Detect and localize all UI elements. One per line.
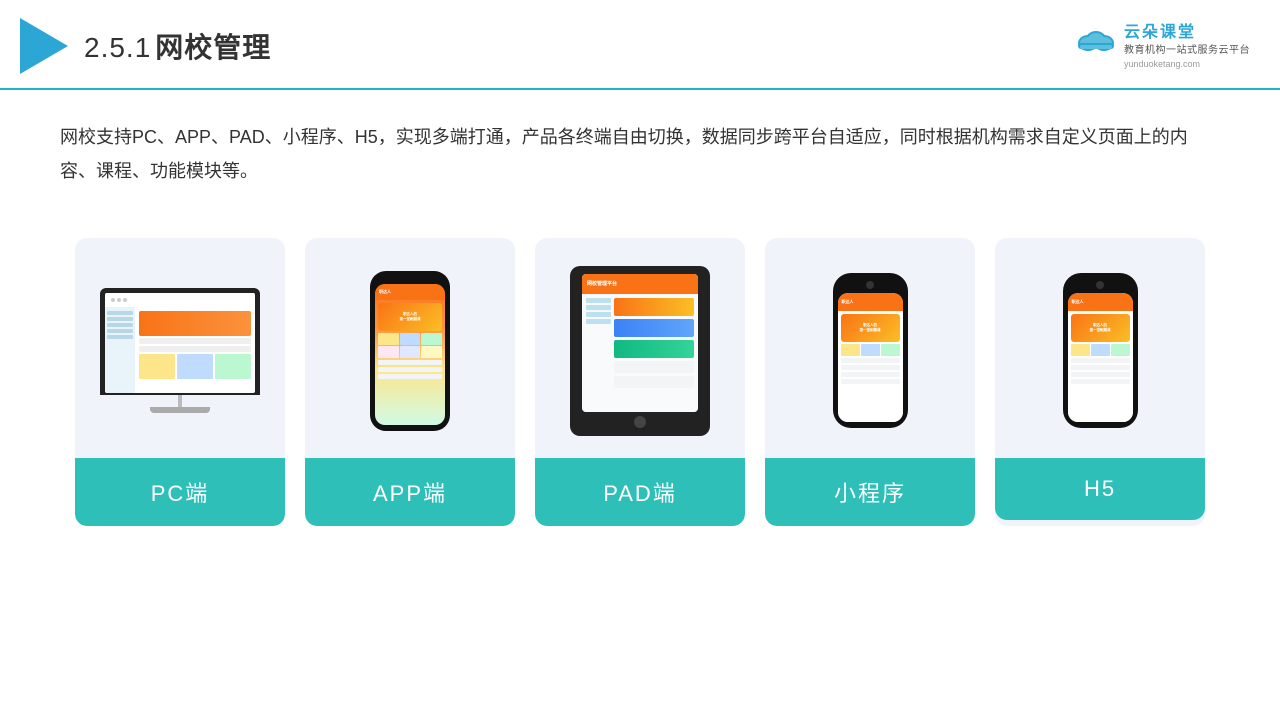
phone-screen-inner: 职达人 职达人的第一堂刷题课 (375, 284, 445, 425)
card-pc-image (75, 238, 285, 458)
monitor-sidebar (105, 307, 135, 393)
logo-slogan: 教育机构一站式服务云平台 (1124, 44, 1250, 57)
phone-notch (400, 277, 420, 281)
card-miniprogram-label: 小程序 (765, 458, 975, 526)
logo-url: yunduoketang.com (1124, 59, 1200, 69)
card-pc: PC端 (75, 238, 285, 526)
monitor-base (150, 407, 210, 413)
description-text: 网校支持PC、APP、PAD、小程序、H5，实现多端打通，产品各终端自由切换，数… (0, 90, 1280, 198)
logo-text: 云朵课堂 教育机构一站式服务云平台 (1124, 23, 1250, 57)
title-number: 2.5.1 (84, 32, 151, 63)
tablet-mockup: 网校管理平台 (570, 266, 710, 436)
phone-mini-body: 职达人 职达人的第一堂刷题课 (833, 273, 908, 428)
header: 2.5.1网校管理 云朵课堂 教育机构一站式服务云平台 yunduoketang… (0, 0, 1280, 90)
card-pad-image: 网校管理平台 (535, 238, 745, 458)
card-pc-label: PC端 (75, 458, 285, 526)
phone-mini-screen: 职达人 职达人的第一堂刷题课 (838, 293, 903, 422)
phone-app-screen: 职达人 职达人的第一堂刷题课 (375, 284, 445, 425)
monitor-dot-2 (117, 298, 121, 302)
cards-container: PC端 职达人 职达人的第一堂刷题课 (0, 208, 1280, 556)
card-mini-image: 职达人 职达人的第一堂刷题课 (765, 238, 975, 458)
card-pad: 网校管理平台 (535, 238, 745, 526)
card-miniprogram: 职达人 职达人的第一堂刷题课 (765, 238, 975, 526)
phone-mini-mockup: 职达人 职达人的第一堂刷题课 (833, 273, 908, 428)
phone-banner: 职达人的第一堂刷题课 (378, 303, 442, 331)
phone-h5-mockup: 职达人 职达人的第一堂刷题课 (1063, 273, 1138, 428)
page-title: 2.5.1网校管理 (84, 26, 271, 66)
monitor-screen-content (105, 293, 255, 393)
card-h5-image: 职达人 职达人的第一堂刷题课 (995, 238, 1205, 458)
tablet-home-button (634, 416, 646, 428)
tablet-top: 网校管理平台 (582, 274, 698, 294)
cloud-logo: 云朵课堂 教育机构一站式服务云平台 (1074, 23, 1250, 57)
phone-h5-screen: 职达人 职达人的第一堂刷题课 (1068, 293, 1133, 422)
card-app: 职达人 职达人的第一堂刷题课 (305, 238, 515, 526)
card-app-label: APP端 (305, 458, 515, 526)
tablet-body: 网校管理平台 (570, 266, 710, 436)
monitor-mockup (100, 288, 260, 413)
tablet-sidebar (586, 298, 611, 408)
monitor-neck (178, 395, 182, 407)
monitor-dot-3 (123, 298, 127, 302)
monitor-main-content (135, 307, 255, 393)
card-h5: 职达人 职达人的第一堂刷题课 (995, 238, 1205, 526)
tablet-screen: 网校管理平台 (582, 274, 698, 412)
logo-triangle-icon (20, 18, 68, 74)
tablet-screen-inner: 网校管理平台 (582, 274, 698, 412)
tablet-body-content (582, 294, 698, 412)
monitor-top-bar (105, 293, 255, 307)
phone-grid (378, 333, 442, 358)
monitor-banner (139, 311, 251, 336)
phone-camera (866, 281, 874, 289)
phone-header-bar: 职达人 (375, 284, 445, 300)
header-left: 2.5.1网校管理 (20, 18, 271, 74)
phone-app-body: 职达人 职达人的第一堂刷题课 (370, 271, 450, 431)
phone-app-mockup: 职达人 职达人的第一堂刷题课 (370, 271, 450, 431)
card-app-image: 职达人 职达人的第一堂刷题课 (305, 238, 515, 458)
monitor-screen (105, 293, 255, 393)
logo-name: 云朵课堂 (1124, 23, 1250, 44)
monitor-screen-outer (100, 288, 260, 395)
phone-h5-camera (1096, 281, 1104, 289)
monitor-body (105, 307, 255, 393)
cloud-icon (1074, 25, 1118, 55)
phone-content: 职达人的第一堂刷题课 (375, 300, 445, 425)
monitor-dot-1 (111, 298, 115, 302)
card-pad-label: PAD端 (535, 458, 745, 526)
title-text: 网校管理 (155, 32, 271, 63)
header-right: 云朵课堂 教育机构一站式服务云平台 yunduoketang.com (1074, 23, 1250, 69)
tablet-main (614, 298, 694, 408)
card-h5-label: H5 (995, 458, 1205, 520)
phone-h5-body: 职达人 职达人的第一堂刷题课 (1063, 273, 1138, 428)
